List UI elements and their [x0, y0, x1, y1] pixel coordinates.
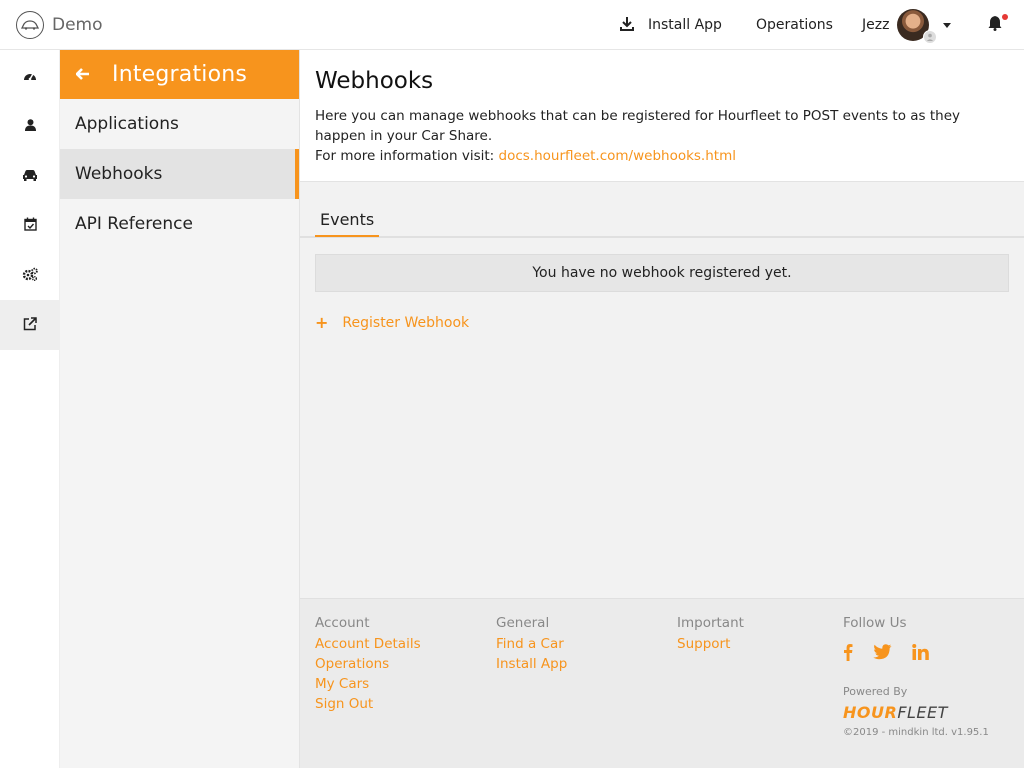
- footer-link-support[interactable]: Support: [677, 634, 744, 654]
- external-link-icon: [23, 316, 37, 335]
- description-text: Here you can manage webhooks that can be…: [315, 108, 960, 144]
- top-bar: Demo Install App Operations Jezz: [0, 0, 1024, 50]
- footer-link-sign-out[interactable]: Sign Out: [315, 694, 421, 714]
- footer-link-account-details[interactable]: Account Details: [315, 634, 421, 654]
- tab-events[interactable]: Events: [315, 210, 380, 237]
- page-description: Here you can manage webhooks that can be…: [315, 106, 1015, 166]
- user-badge-icon: [923, 30, 938, 44]
- notification-dot: [1002, 14, 1008, 20]
- more-info-prefix: For more information visit:: [315, 148, 499, 164]
- twitter-icon[interactable]: [873, 644, 892, 666]
- car-logo-icon: [16, 11, 44, 39]
- sidebar-item-webhooks[interactable]: Webhooks: [60, 149, 299, 199]
- page-title: Webhooks: [315, 68, 434, 94]
- sidebar-item-label: Webhooks: [75, 164, 163, 184]
- bell-icon[interactable]: [988, 15, 1002, 31]
- calendar-check-icon: [23, 216, 37, 235]
- copyright: ©2019 - mindkin ltd. v1.95.1: [843, 727, 989, 738]
- brand[interactable]: Demo: [16, 11, 103, 39]
- brand-name: Demo: [52, 15, 103, 35]
- icon-rail: [0, 50, 60, 768]
- rail-item-user[interactable]: [0, 100, 60, 150]
- sidebar-item-label: API Reference: [75, 214, 193, 234]
- install-app-link[interactable]: Install App: [620, 0, 722, 50]
- footer-link-operations[interactable]: Operations: [315, 654, 421, 674]
- arrow-left-icon[interactable]: [75, 65, 90, 84]
- sidebar-header[interactable]: Integrations: [60, 50, 299, 99]
- empty-state-message: You have no webhook registered yet.: [315, 254, 1009, 292]
- hourfleet-logo[interactable]: HOURFLEET: [843, 703, 948, 722]
- logo-fleet: FLEET: [897, 703, 948, 722]
- user-menu[interactable]: Jezz: [862, 0, 952, 50]
- user-icon: [24, 116, 36, 135]
- plus-icon: +: [315, 313, 329, 332]
- more-info: For more information visit: docs.hourfle…: [315, 146, 1015, 166]
- docs-link[interactable]: docs.hourfleet.com/webhooks.html: [499, 148, 736, 164]
- operations-link[interactable]: Operations: [756, 0, 833, 50]
- tab-bar: Events: [300, 200, 1024, 238]
- footer-heading: Important: [677, 615, 744, 631]
- footer-col-account: Account Account Details Operations My Ca…: [315, 613, 421, 714]
- register-webhook-button[interactable]: + Register Webhook: [315, 313, 469, 332]
- sidebar-item-api-reference[interactable]: API Reference: [60, 199, 299, 249]
- register-webhook-label: Register Webhook: [342, 314, 470, 331]
- avatar: [897, 9, 938, 44]
- footer-link-my-cars[interactable]: My Cars: [315, 674, 421, 694]
- footer-heading: General: [496, 615, 550, 631]
- linkedin-icon[interactable]: [912, 644, 929, 666]
- main-content: Webhooks Here you can manage webhooks th…: [300, 50, 1024, 768]
- footer-link-install-app[interactable]: Install App: [496, 654, 567, 674]
- rail-item-settings[interactable]: [0, 250, 60, 300]
- logo-hour: HOUR: [843, 703, 898, 722]
- dashboard-icon: [23, 66, 37, 85]
- page-header: Webhooks Here you can manage webhooks th…: [300, 50, 1024, 182]
- sidebar-title: Integrations: [112, 62, 248, 87]
- footer: Account Account Details Operations My Ca…: [300, 598, 1024, 768]
- install-app-label: Install App: [648, 17, 722, 33]
- social-links: [843, 643, 949, 667]
- car-icon: [22, 166, 38, 185]
- rail-item-integrations[interactable]: [0, 300, 60, 350]
- rail-item-calendar[interactable]: [0, 200, 60, 250]
- download-icon: [620, 16, 634, 35]
- integrations-sidebar: Integrations Applications Webhooks API R…: [60, 50, 300, 768]
- footer-link-find-a-car[interactable]: Find a Car: [496, 634, 567, 654]
- footer-col-follow: Follow Us: [843, 613, 949, 667]
- footer-col-important: Important Support: [677, 613, 744, 654]
- user-name: Jezz: [862, 17, 890, 33]
- facebook-icon[interactable]: [843, 643, 853, 667]
- footer-heading: Account: [315, 615, 370, 631]
- cogs-icon: [22, 266, 38, 285]
- sidebar-item-applications[interactable]: Applications: [60, 99, 299, 149]
- operations-label: Operations: [756, 17, 833, 33]
- footer-heading: Follow Us: [843, 615, 907, 631]
- chevron-down-icon: [943, 22, 952, 28]
- rail-item-car[interactable]: [0, 150, 60, 200]
- powered-by: Powered By: [843, 685, 908, 698]
- rail-item-dashboard[interactable]: [0, 50, 60, 100]
- sidebar-item-label: Applications: [75, 114, 179, 134]
- footer-col-general: General Find a Car Install App: [496, 613, 567, 674]
